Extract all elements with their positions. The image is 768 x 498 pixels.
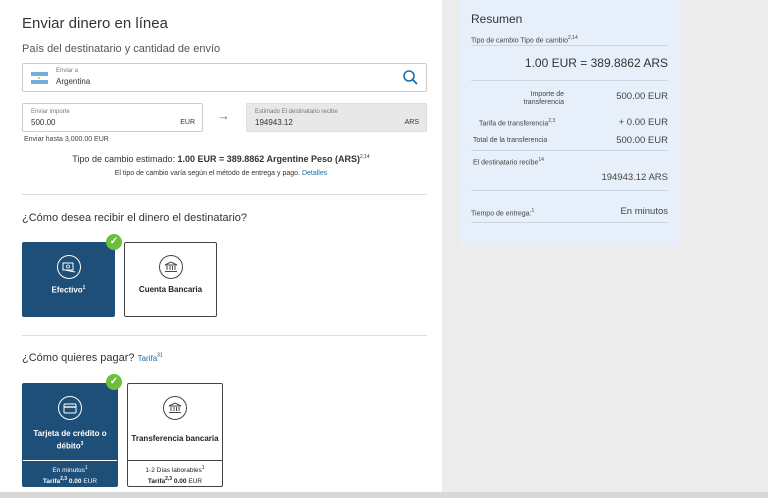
checkmark-icon: ✓ (106, 234, 122, 250)
summary-rate-label: Tipo de cambio Tipo de cambio2,14 (471, 35, 578, 45)
summary-divider (471, 190, 668, 191)
divider (22, 335, 427, 336)
payment-option-label: Tarjeta de crédito o débito3 (33, 429, 107, 451)
summary-panel: Resumen Tipo de cambio Tipo de cambio2,1… (459, 0, 680, 246)
section-subtitle: País del destinatario y cantidad de enví… (22, 43, 221, 55)
send-money-panel: Enviar dinero en línea País del destinat… (0, 0, 442, 498)
divider (22, 194, 427, 195)
bank-icon (158, 255, 183, 279)
receive-option-label: Efectivo1 (51, 285, 86, 295)
send-amount-label: Enviar importe (31, 109, 70, 115)
send-currency: EUR (180, 119, 195, 126)
credit-card-icon (58, 396, 82, 420)
summary-divider (471, 80, 668, 81)
summary-transfer-amount: 500.00 EUR (616, 91, 668, 102)
checkmark-icon: ✓ (106, 374, 122, 390)
summary-divider (471, 45, 668, 46)
exchange-rate-note-text: El tipo de cambio varía según el método … (114, 170, 300, 177)
summary-recipient-value: 194943.12 ARS (601, 172, 668, 183)
receive-amount-field[interactable]: Estimado El destinatario recibe 194943.1… (246, 103, 427, 132)
summary-delivery-value: En minutos (620, 206, 668, 217)
arrow-right-icon: → (217, 108, 230, 123)
page-bottom-edge (0, 492, 768, 498)
summary-divider (471, 150, 668, 151)
payment-method-question: ¿Cómo quieres pagar? Tarifa31 (22, 352, 163, 364)
fee-link[interactable]: Tarifa (138, 354, 158, 363)
summary-transfer-amount-label: Importe de transferencia (523, 91, 564, 106)
payment-option-footer: En minutos1 Tarifa2,3 0.00 EUR (23, 460, 117, 486)
exchange-rate-note: El tipo de cambio varía según el método … (0, 170, 442, 177)
payment-option-bank-transfer[interactable]: Transferencia bancaria 1-2 Días laborabl… (127, 383, 223, 487)
country-label: Enviar a (56, 68, 79, 74)
receive-method-question: ¿Cómo desea recibir el dinero el destina… (22, 212, 248, 224)
exchange-rate-sup: 2,14 (359, 154, 370, 160)
payment-option-card[interactable]: Tarjeta de crédito o débito3 En minutos1… (22, 383, 118, 487)
summary-recipient-label: El destinatario recibe14 (473, 157, 544, 167)
exchange-rate-value: 1.00 EUR = 389.8862 Argentine Peso (ARS) (177, 154, 360, 164)
receive-amount-label: Estimado El destinatario recibe (255, 109, 338, 115)
search-icon[interactable] (402, 69, 419, 86)
receive-currency: ARS (404, 119, 419, 126)
send-amount-field[interactable]: Enviar importe 500.00 EUR (22, 103, 203, 132)
receive-amount-value[interactable]: 194943.12 (255, 118, 293, 127)
summary-total-label: Total de la transferencia (473, 137, 548, 144)
cash-icon (56, 255, 81, 279)
summary-total: 500.00 EUR (616, 135, 668, 146)
page-title: Enviar dinero en línea (22, 15, 168, 32)
payment-option-footer: 1-2 Días laborables1 Tarifa2,3 0.00 EUR (128, 460, 222, 486)
country-value: Argentina (56, 77, 91, 86)
exchange-rate-line: Tipo de cambio estimado: 1.00 EUR = 389.… (0, 154, 442, 164)
summary-fee: + 0.00 EUR (618, 117, 668, 128)
summary-rate-value: 1.00 EUR = 389.8862 ARS (524, 56, 668, 70)
summary-delivery-label: Tiempo de entrega:1 (471, 208, 535, 218)
argentina-flag-icon (31, 72, 48, 84)
payment-option-label: Transferencia bancaria (131, 434, 219, 443)
country-select[interactable]: Enviar a Argentina (22, 63, 427, 92)
exchange-rate-prefix: Tipo de cambio estimado: (72, 154, 178, 164)
receive-option-cash[interactable]: Efectivo1 (22, 242, 115, 317)
bank-icon (163, 396, 187, 420)
summary-divider (471, 222, 668, 223)
send-limit-note: Enviar hasta 3,000.00 EUR (24, 136, 109, 143)
summary-title: Resumen (471, 12, 523, 26)
receive-option-bank-account[interactable]: Cuenta Bancaria (124, 242, 217, 317)
receive-option-label: Cuenta Bancaria (138, 285, 203, 294)
details-link[interactable]: Detalles (302, 170, 327, 177)
send-amount-value[interactable]: 500.00 (31, 118, 55, 127)
summary-fee-label: Tarifa de transferencia2,3 (479, 118, 556, 128)
